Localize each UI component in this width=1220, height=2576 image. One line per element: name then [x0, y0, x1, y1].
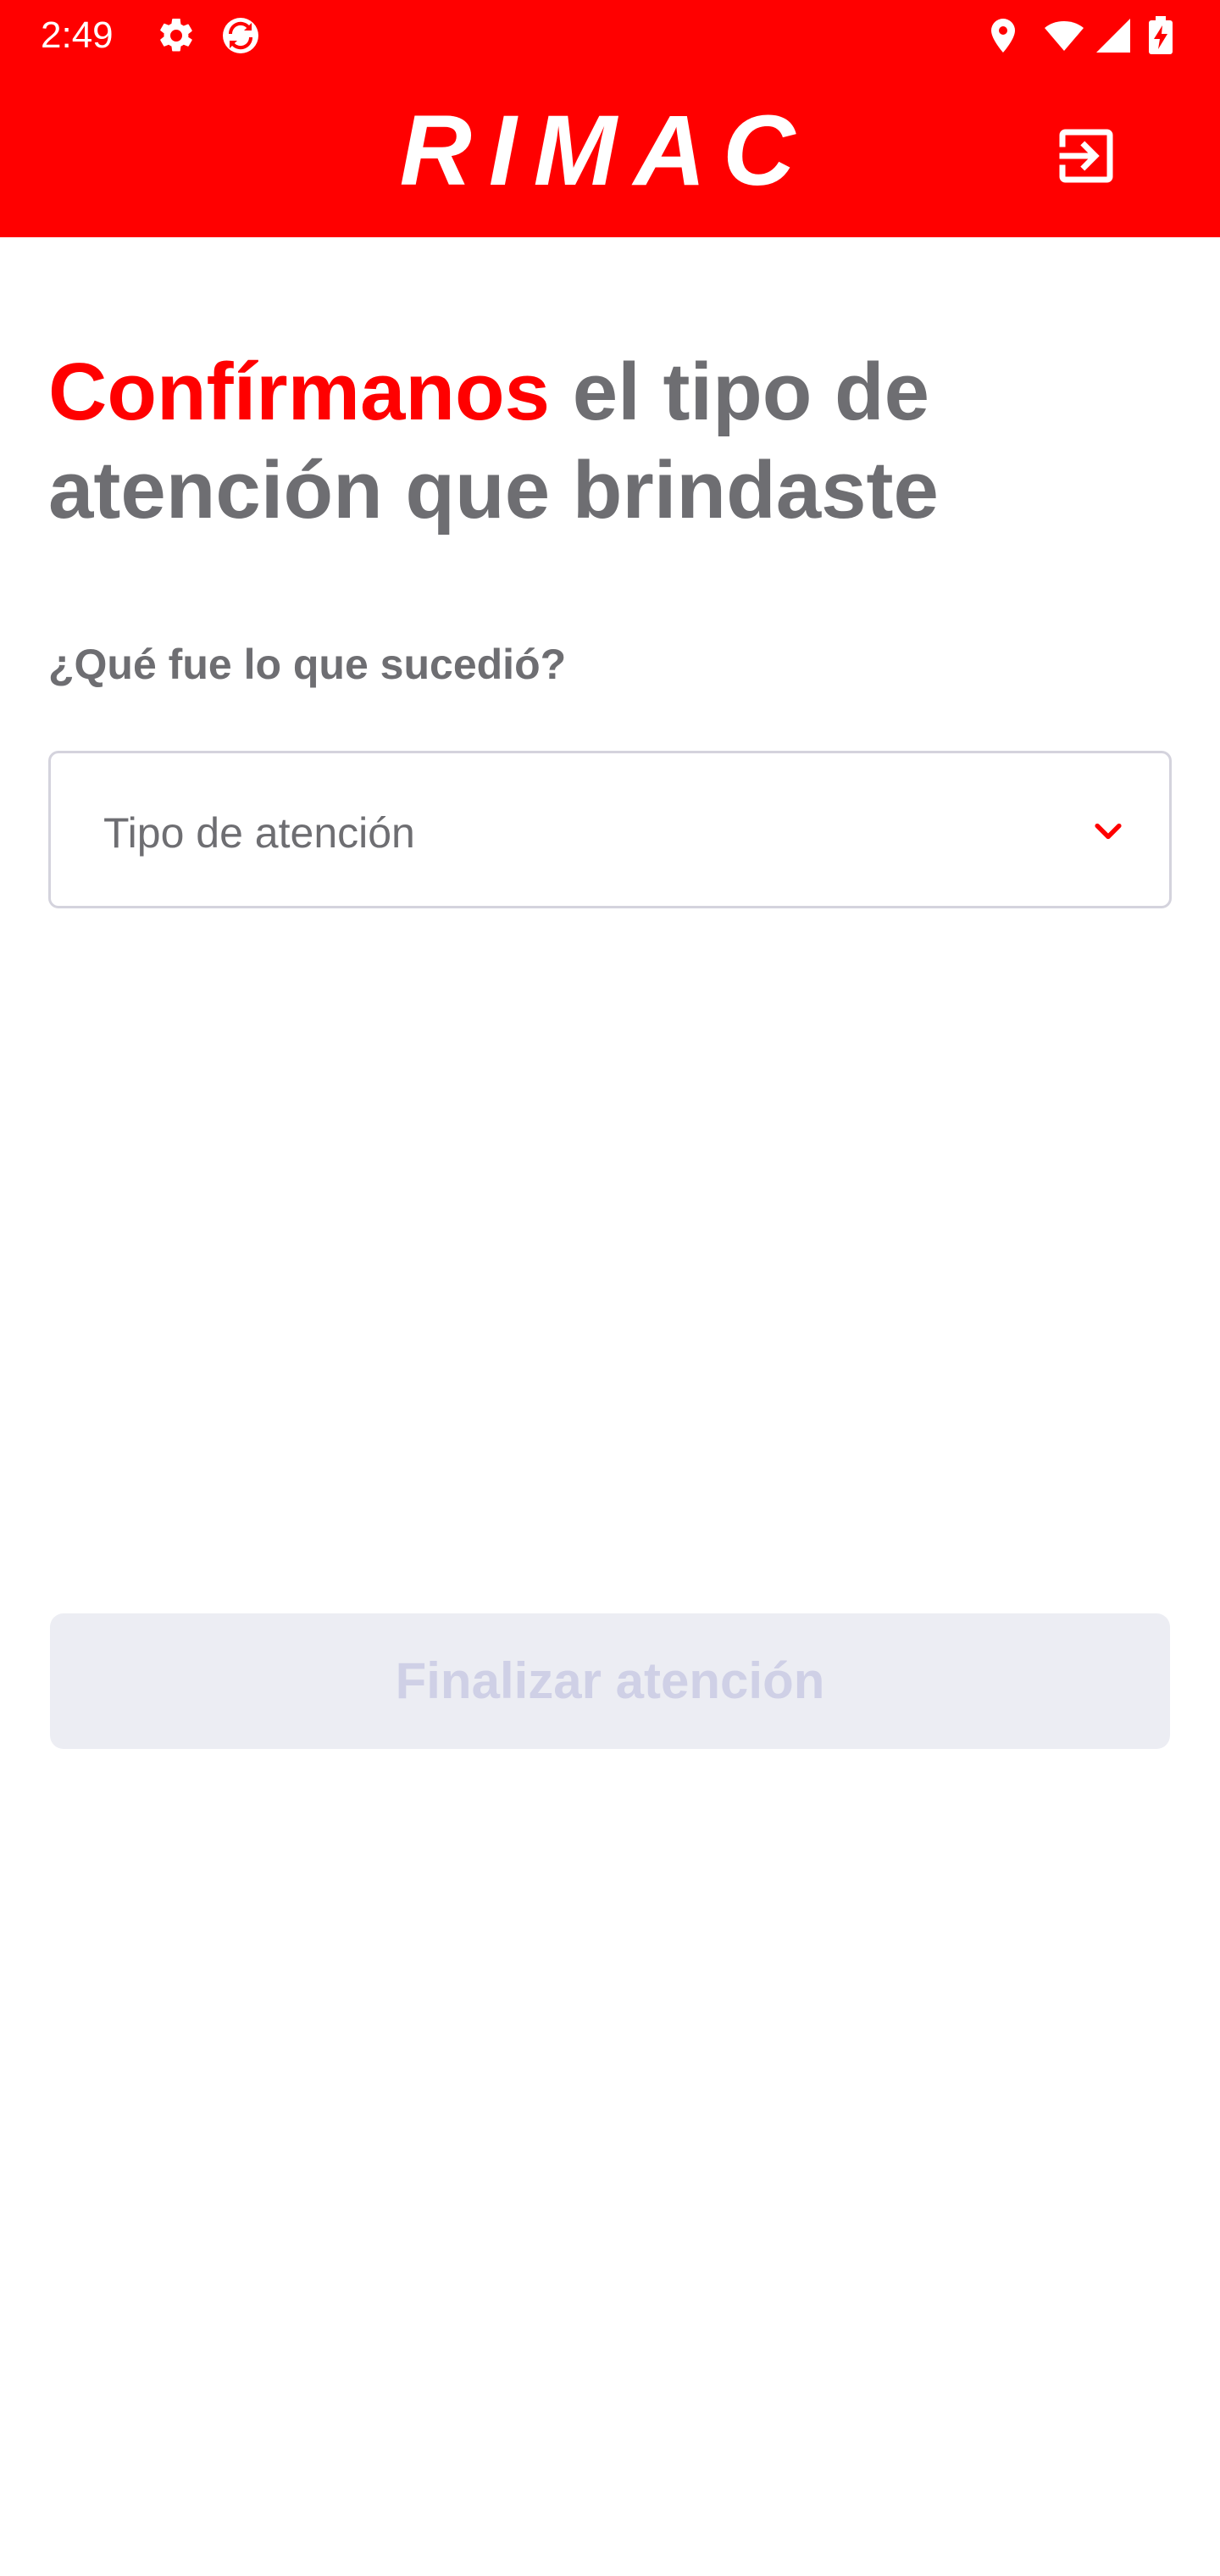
rimac-logo: RIMAC [399, 95, 812, 207]
select-placeholder: Tipo de atención [103, 809, 415, 857]
battery-charging-icon [1144, 15, 1178, 56]
logout-button[interactable] [1051, 120, 1122, 192]
app-header: 2:49 RIMAC [0, 0, 1220, 237]
location-icon [983, 15, 1023, 56]
settings-icon [156, 15, 197, 56]
signal-icon [1093, 15, 1134, 56]
page-title-accent: Confírmanos [48, 347, 551, 437]
app-screen: 2:49 RIMAC Confírmanos el tipo de atenci… [0, 0, 1220, 2576]
status-bar: 2:49 [0, 0, 1220, 71]
page-title: Confírmanos el tipo de atención que brin… [48, 343, 1150, 540]
chevron-down-icon [1090, 813, 1127, 850]
wifi-icon [1044, 15, 1084, 56]
attention-type-select[interactable]: Tipo de atención [48, 751, 1172, 908]
logout-icon [1059, 129, 1113, 183]
question-label: ¿Qué fue lo que sucedió? [48, 641, 567, 688]
sync-app-icon [220, 15, 261, 56]
finish-attention-button[interactable]: Finalizar atención [50, 1613, 1170, 1749]
status-time: 2:49 [41, 14, 114, 56]
